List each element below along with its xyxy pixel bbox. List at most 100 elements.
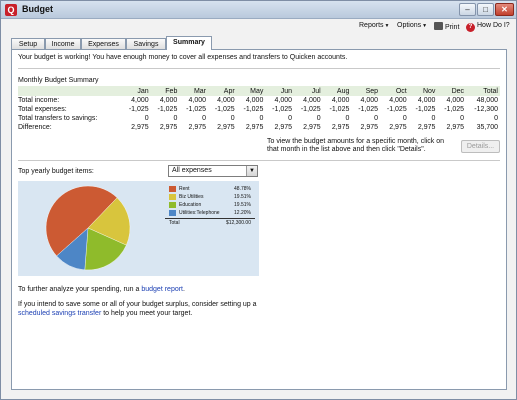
- chevron-down-icon[interactable]: ▼: [246, 166, 257, 176]
- cell-value: -1,025: [272, 106, 293, 113]
- tab-summary[interactable]: Summary: [166, 36, 212, 50]
- menu-bar: Reports▼ Options▼ Print ? How Do I?: [1, 20, 516, 34]
- month-header[interactable]: Jul: [294, 86, 323, 96]
- cell-value: 0: [144, 115, 149, 122]
- cell-value: 0: [431, 115, 436, 122]
- table-row[interactable]: Total income: 4,000 4,000 4,000 4,000 4,…: [18, 96, 500, 105]
- budget-report-link[interactable]: budget report: [141, 286, 183, 293]
- month-header[interactable]: Oct: [380, 86, 409, 96]
- legend-total: Total $12,300.00: [165, 218, 255, 226]
- monthly-summary-table[interactable]: Jan Feb Mar Apr May Jun Jul Aug Sep Oct …: [18, 86, 500, 132]
- cell-value: -1,025: [444, 106, 465, 113]
- quicken-app-icon: Q: [5, 4, 17, 16]
- legend-label: Biz Utilities: [179, 194, 204, 200]
- month-header[interactable]: Nov: [408, 86, 438, 96]
- cell-value: 2,975: [446, 124, 465, 131]
- table-row[interactable]: Difference: 2,975 2,975 2,975 2,975 2,97…: [18, 123, 500, 132]
- cell-value: -1,025: [128, 106, 149, 113]
- surplus-paragraph: If you intend to save some or all of you…: [18, 300, 257, 318]
- close-button[interactable]: ✕: [495, 3, 514, 16]
- cell-value: 4,000: [417, 97, 436, 104]
- cell-value: 0: [374, 115, 379, 122]
- month-header[interactable]: Feb: [150, 86, 180, 96]
- cell-value: 2,975: [245, 124, 264, 131]
- cell-value: 4,000: [389, 97, 407, 104]
- cell-value: -1,025: [157, 106, 178, 113]
- legend-label: Utilities:Telephone: [179, 210, 220, 216]
- legend-label: Education: [179, 202, 202, 208]
- cell-value: -1,025: [358, 106, 379, 113]
- minimize-button[interactable]: –: [459, 3, 476, 16]
- cell-value: 4,000: [360, 97, 379, 104]
- cell-value: 4,000: [159, 97, 178, 104]
- details-instruction: To view the budget amounts for a specifi…: [267, 138, 445, 153]
- month-header[interactable]: Sep: [351, 86, 381, 96]
- month-header[interactable]: Apr: [208, 86, 237, 96]
- divider: [18, 160, 500, 161]
- cell-value: 0: [345, 115, 350, 122]
- table-row[interactable]: Total expenses: -1,025 -1,025 -1,025 -1,…: [18, 105, 500, 114]
- cell-value: -1,025: [386, 106, 407, 113]
- title-bar[interactable]: Q Budget – □ ✕: [1, 1, 516, 19]
- cell-value: 2,975: [331, 124, 350, 131]
- month-header[interactable]: Jun: [265, 86, 295, 96]
- cell-value: 2,975: [389, 124, 407, 131]
- cell-value: 4,000: [303, 97, 321, 104]
- cell-value: 4,000: [131, 97, 149, 104]
- cell-value: 2,975: [217, 124, 235, 131]
- options-menu[interactable]: Options▼: [397, 22, 427, 29]
- print-button[interactable]: Print: [434, 22, 459, 31]
- month-header[interactable]: Mar: [179, 86, 209, 96]
- legend-percent: 48.78%: [234, 186, 251, 192]
- budget-status-message: Your budget is working! You have enough …: [18, 54, 348, 61]
- cell-value: 0: [230, 115, 235, 122]
- cell-value: -1,025: [186, 106, 207, 113]
- window-title: Budget: [22, 4, 53, 14]
- cell-value: 4,000: [331, 97, 350, 104]
- legend-item: Education 19.51%: [165, 201, 255, 209]
- legend-swatch: [169, 194, 176, 200]
- maximize-button[interactable]: □: [477, 3, 494, 16]
- cell-value: 2,975: [274, 124, 293, 131]
- cell-value: 0: [259, 115, 264, 122]
- divider: [18, 68, 500, 69]
- cell-value: 2,975: [131, 124, 149, 131]
- month-header[interactable]: May: [236, 86, 266, 96]
- month-header[interactable]: Dec: [437, 86, 467, 96]
- printer-icon: [434, 22, 443, 30]
- month-header[interactable]: Aug: [322, 86, 352, 96]
- legend-percent: 19.51%: [234, 202, 251, 208]
- cell-value: 2,975: [303, 124, 321, 131]
- cell-value: -1,025: [243, 106, 264, 113]
- scheduled-savings-transfer-link[interactable]: scheduled savings transfer: [18, 310, 101, 317]
- how-do-i-button[interactable]: ? How Do I?: [466, 22, 510, 32]
- cell-value: 2,975: [188, 124, 207, 131]
- cell-value: -1,025: [415, 106, 436, 113]
- reports-menu[interactable]: Reports▼: [359, 22, 389, 29]
- top-items-label: Top yearly budget items:: [18, 168, 94, 175]
- legend-percent: 19.51%: [234, 194, 251, 200]
- month-header[interactable]: Jan: [122, 86, 151, 96]
- options-menu-label: Options: [397, 22, 422, 29]
- cell-value: -1,025: [329, 106, 350, 113]
- budget-pie-chart: Rent 48.78% Biz Utilities 19.51% Educati…: [18, 181, 259, 276]
- legend-item: Biz Utilities 19.51%: [165, 193, 255, 201]
- cell-value: 0: [460, 115, 465, 122]
- cell-value: 35,700: [476, 124, 498, 131]
- cell-value: 0: [288, 115, 293, 122]
- row-label: Total transfers to savings:: [18, 115, 98, 122]
- cell-value: -12,300: [474, 106, 498, 113]
- cell-value: 4,000: [245, 97, 264, 104]
- details-button[interactable]: Details...: [461, 140, 500, 153]
- total-header[interactable]: Total: [466, 86, 500, 96]
- legend-swatch: [169, 202, 176, 208]
- legend-total-label: Total: [169, 220, 180, 226]
- cell-value: 0: [202, 115, 207, 122]
- cell-value: 2,975: [360, 124, 379, 131]
- cell-value: 4,000: [188, 97, 207, 104]
- row-label: Difference:: [18, 124, 52, 131]
- monthly-summary-title: Monthly Budget Summary: [18, 77, 99, 84]
- pie-chart-svg: [45, 185, 131, 271]
- expense-filter-select[interactable]: All expenses ▼: [168, 165, 258, 177]
- table-row[interactable]: Total transfers to savings: 0 0 0 0 0 0 …: [18, 114, 500, 123]
